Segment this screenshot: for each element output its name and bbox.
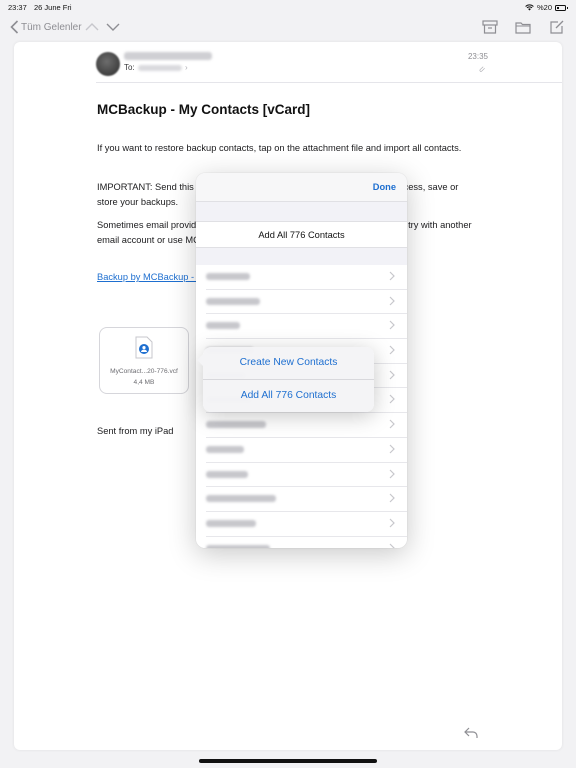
- contact-row[interactable]: Ergi Karacan: [206, 463, 407, 488]
- status-indicators: %20: [525, 3, 568, 12]
- add-all-contacts-option[interactable]: Add All 776 Contacts: [203, 380, 374, 412]
- sender-name-redacted: [124, 52, 212, 60]
- archive-icon[interactable]: [482, 20, 498, 34]
- chevron-right-icon: [389, 518, 395, 528]
- mail-subject: MCBackup - My Contacts [vCard]: [97, 102, 311, 117]
- contact-name-redacted: Ergi Karacan: [206, 470, 248, 478]
- recipient-redacted: [138, 65, 182, 71]
- sheet-header: Done: [196, 173, 407, 202]
- paperclip-icon: [479, 66, 485, 72]
- contact-row[interactable]: Mehmet Ulku Grey: [206, 487, 407, 512]
- wifi-icon: [525, 4, 534, 11]
- battery-icon: [555, 4, 568, 11]
- folder-icon[interactable]: [515, 20, 531, 34]
- chevron-right-icon: [389, 271, 395, 281]
- home-indicator: [199, 759, 377, 763]
- done-button[interactable]: Done: [373, 182, 396, 192]
- chevron-right-icon: [389, 370, 395, 380]
- contact-row[interactable]: Sim Coplun: [206, 290, 407, 315]
- add-all-label: Add All 776 Contacts: [258, 230, 345, 240]
- chevron-right-icon: [389, 345, 395, 355]
- chevron-right-icon: ›: [185, 63, 188, 72]
- status-bar: 23:37 26 June Fri %20: [0, 0, 576, 14]
- contact-row[interactable]: Enes Selman: [206, 512, 407, 537]
- create-new-contacts-button[interactable]: Create New Contacts: [203, 347, 374, 379]
- chevron-right-icon: [389, 320, 395, 330]
- contact-name-redacted: Okyat El: [206, 322, 240, 330]
- attachment-tile[interactable]: MyContact...20-776.vcf 4,4 MB: [99, 327, 189, 394]
- to-label: To:: [124, 63, 135, 72]
- contact-name-redacted: Mehmet Ulku Grey: [206, 495, 276, 503]
- chevron-right-icon: [389, 469, 395, 478]
- reply-icon[interactable]: [464, 727, 478, 739]
- contact-row[interactable]: Erdogan Bayrak: [206, 413, 407, 438]
- chevron-right-icon: [389, 444, 395, 454]
- attachment-size: 4,4 MB: [133, 379, 155, 386]
- sender-row[interactable]: To: › 23:35: [96, 50, 488, 80]
- status-time: 23:37: [8, 3, 27, 12]
- chevron-right-icon: [389, 493, 395, 503]
- back-label: Tüm Gelenler: [21, 21, 82, 33]
- contact-name-redacted: Sim Coplun: [206, 297, 260, 305]
- chevron-left-icon: [10, 20, 19, 34]
- contact-name-redacted: Erdogan Bayrak: [206, 421, 266, 429]
- body-paragraph: If you want to restore backup contacts, …: [97, 143, 462, 153]
- add-all-contacts-button[interactable]: Add All 776 Contacts: [196, 221, 407, 248]
- chevron-down-icon[interactable]: [106, 22, 120, 32]
- header-divider: [96, 82, 562, 83]
- contact-name-redacted: Can Albat: [206, 273, 250, 280]
- contact-row[interactable]: Zeynep Kaya: [206, 537, 407, 548]
- avatar: [96, 52, 120, 76]
- import-options-popover: Create New Contacts Add All 776 Contacts: [197, 347, 374, 412]
- mail-time: 23:35: [467, 52, 488, 61]
- nav-bar: Tüm Gelenler: [0, 14, 576, 42]
- chevron-right-icon: [389, 296, 395, 306]
- chevron-up-icon[interactable]: [85, 22, 99, 32]
- back-button[interactable]: Tüm Gelenler: [10, 20, 82, 34]
- vcard-file-icon: [135, 336, 153, 359]
- contact-name-redacted: Zeynep Kaya: [206, 544, 270, 548]
- battery-percent: %20: [536, 3, 552, 12]
- signature: Sent from my iPad: [97, 426, 174, 436]
- contact-name-redacted: Enes Selman: [206, 519, 256, 527]
- contact-name-redacted: Saban Can: [206, 445, 244, 453]
- contact-row[interactable]: Okyat El: [206, 314, 407, 340]
- compose-icon[interactable]: [549, 20, 565, 34]
- chevron-right-icon: [389, 395, 395, 404]
- chevron-right-icon: [389, 419, 395, 429]
- contact-row[interactable]: Saban Can: [206, 438, 407, 463]
- attachment-name: MyContact...20-776.vcf: [110, 368, 178, 375]
- chevron-right-icon: [389, 543, 395, 548]
- status-date: 26 June Fri: [34, 3, 72, 12]
- contact-row[interactable]: Can Albat: [206, 265, 407, 290]
